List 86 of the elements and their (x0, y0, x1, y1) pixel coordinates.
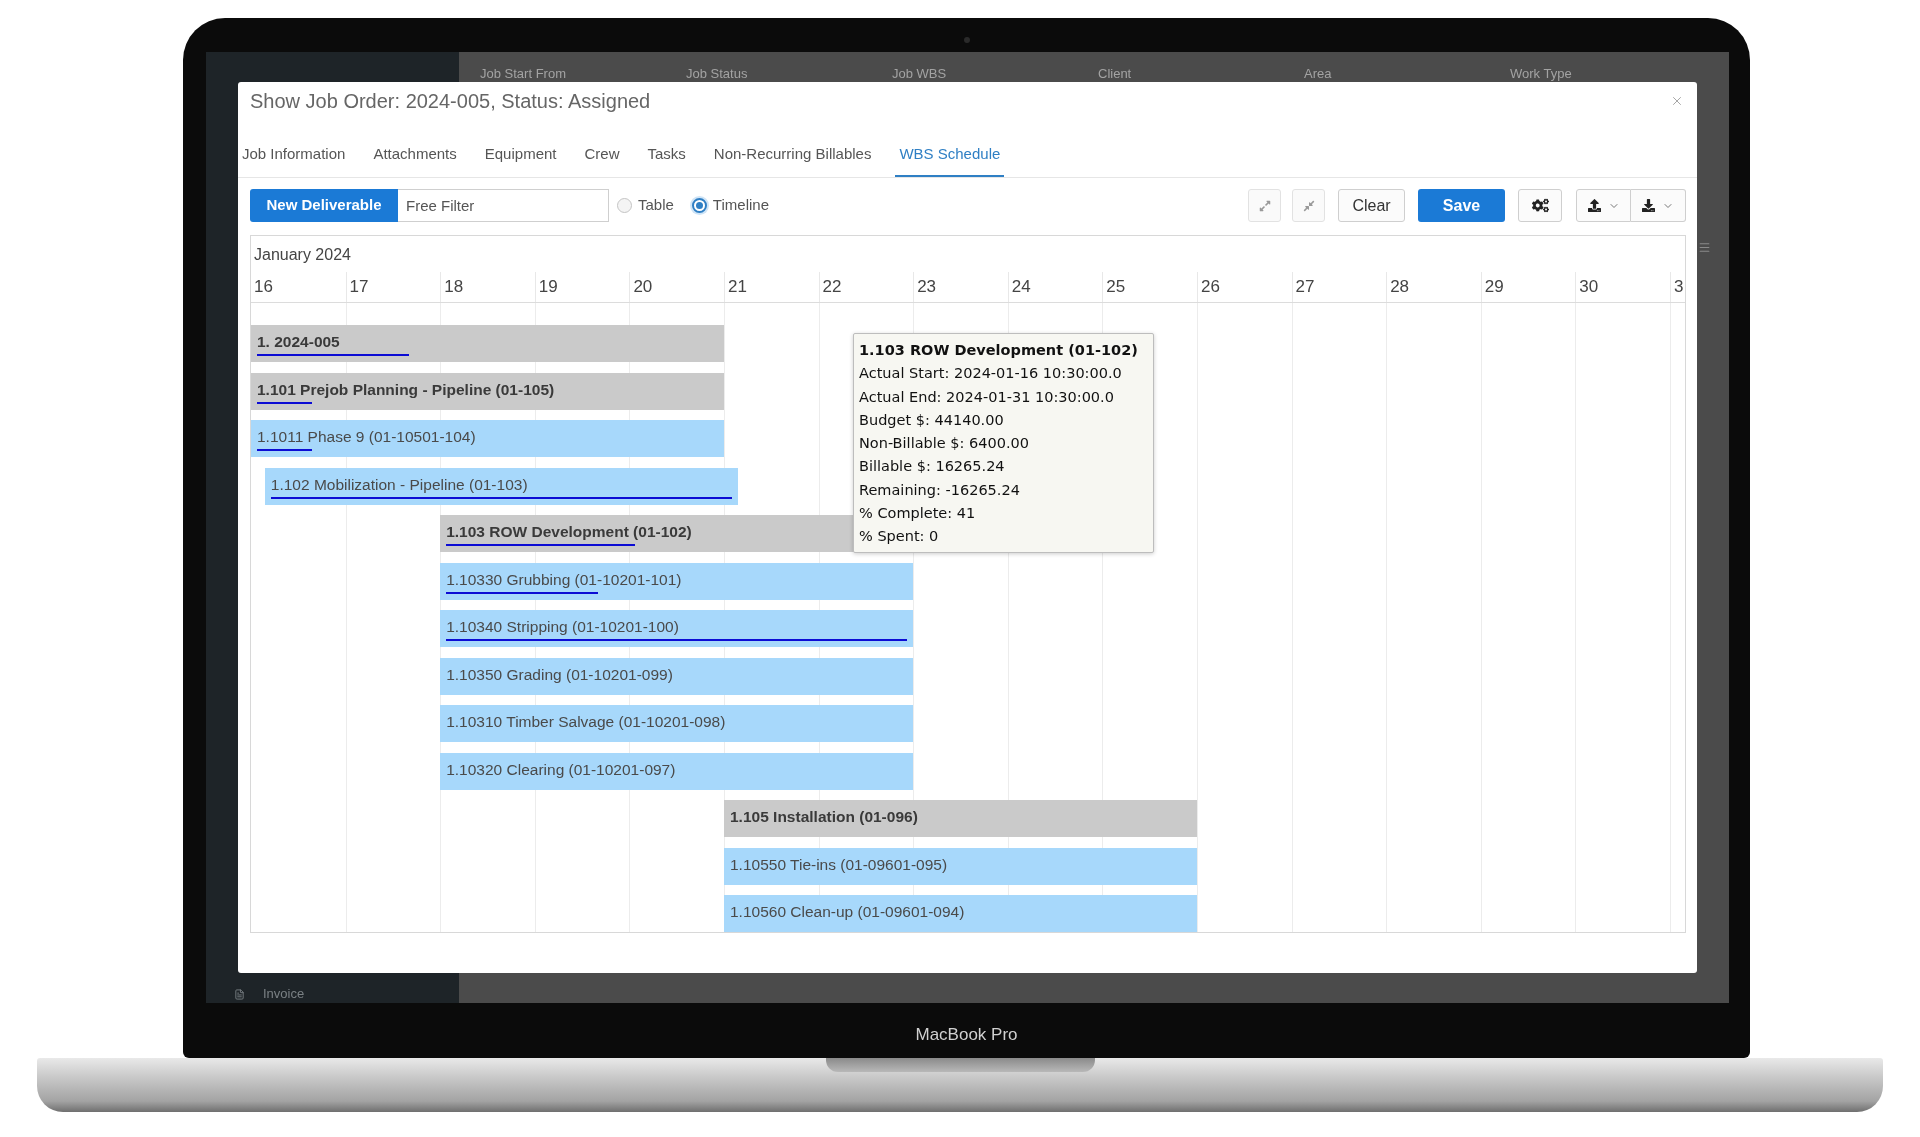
day-label: 23 (917, 277, 937, 297)
day-label: 18 (444, 277, 464, 297)
bar-label: 1.102 Mobilization - Pipeline (01-103) (270, 475, 528, 494)
tooltip-title: 1.103 ROW Development (01-102) (859, 341, 1139, 360)
column-header: Job Status (686, 66, 748, 81)
day-label: 27 (1295, 277, 1315, 297)
day-label: 17 (349, 277, 369, 297)
compress-icon (1302, 199, 1315, 212)
bar-label: 1.10560 Clean-up (01-09601-094) (730, 903, 965, 921)
gantt-bar[interactable]: 1. 2024-005 (251, 325, 724, 362)
save-button[interactable]: Save (1418, 189, 1505, 222)
compress-button[interactable] (1292, 189, 1325, 222)
download-icon (1642, 199, 1655, 212)
settings-icon (1531, 197, 1549, 214)
column-header: Job Start From (480, 66, 566, 81)
bar-label: 1.103 ROW Development (01-102) (446, 523, 692, 541)
bar-label: 1.10550 Tie-ins (01-09601-095) (730, 855, 948, 874)
day-label: 22 (822, 277, 842, 297)
settings-button[interactable] (1518, 189, 1562, 222)
bar-label: 1.10330 Grubbing (01-10201-101) (446, 570, 682, 589)
gantt-bar[interactable]: 1.10320 Clearing (01-10201-097) (440, 752, 914, 790)
bar-label: 1.10340 Stripping (01-10201-100) (446, 618, 679, 636)
gantt-bar[interactable]: 1.10550 Tie-ins (01-09601-095) (724, 847, 1197, 885)
tab[interactable]: WBS Schedule (895, 137, 1005, 177)
bar-label: 1. 2024-005 (257, 333, 340, 351)
day-label: 25 (1106, 277, 1126, 297)
gantt-bar[interactable]: 1.10330 Grubbing (01-10201-101) (440, 562, 914, 600)
gantt-bar[interactable]: 1.105 Installation (01-096) (724, 800, 1197, 837)
day-label: 28 (1390, 277, 1410, 297)
column-header: Job WBS (892, 66, 947, 81)
tooltip-line: Actual End: 2024-01-31 10:30:00.0 (859, 387, 1115, 407)
bar-label: 1.10320 Clearing (01-10201-097) (446, 760, 676, 779)
column-header: Area (1304, 66, 1332, 81)
tooltip-line: Actual Start: 2024-01-16 10:30:00.0 (859, 364, 1123, 384)
tooltip-line: Non-Billable $: 6400.00 (859, 434, 1030, 454)
view-radio[interactable]: Timeline (691, 194, 769, 217)
bar-label: 1.101 Prejob Planning - Pipeline (01-105) (257, 380, 555, 399)
view-radio[interactable]: Table (617, 194, 674, 217)
tab[interactable]: Attachments (369, 137, 461, 177)
day-label: 29 (1484, 277, 1504, 297)
gantt-bar[interactable]: 1.1011 Phase 9 (01-10501-104) (251, 420, 724, 457)
filter-field[interactable]: Free Filter (398, 189, 609, 222)
day-label: 16 (254, 277, 273, 297)
close-icon (1670, 94, 1684, 108)
day-label: 19 (538, 277, 558, 297)
camera-icon (963, 37, 970, 43)
bar-label: 1.105 Installation (01-096) (730, 808, 918, 826)
menu-icon[interactable] (1698, 241, 1711, 254)
tab[interactable]: Job Information (238, 137, 350, 177)
upload-icon (1587, 199, 1601, 212)
document-icon (234, 988, 245, 1000)
day-label: 21 (727, 277, 747, 297)
day-label: 30 (1579, 277, 1599, 297)
gantt-bar[interactable]: 1.101 Prejob Planning - Pipeline (01-105) (251, 372, 724, 410)
tab[interactable]: Tasks (643, 137, 690, 177)
gantt-bar[interactable]: 1.102 Mobilization - Pipeline (01-103) (264, 467, 738, 505)
month-label: January 2024 (254, 246, 351, 263)
bar-label: 1.1011 Phase 9 (01-10501-104) (257, 428, 476, 446)
day-label: 24 (1011, 277, 1031, 297)
tooltip-line: Billable $: 16265.24 (859, 457, 1006, 477)
day-label: 26 (1200, 277, 1220, 297)
bar-label: 1.10310 Timber Salvage (01-10201-098) (446, 713, 726, 731)
close-button[interactable] (1670, 94, 1684, 108)
column-header: Client (1098, 66, 1132, 81)
clear-button[interactable]: Clear (1338, 189, 1405, 222)
gantt-bar[interactable]: 1.10560 Clean-up (01-09601-094) (724, 895, 1197, 932)
expand-button[interactable] (1248, 189, 1281, 222)
tab[interactable]: Non-Recurring Billables (709, 137, 876, 177)
tab[interactable]: Equipment (480, 137, 561, 177)
download-button[interactable] (1631, 189, 1686, 222)
sidebar-item[interactable]: Invoice (234, 987, 459, 1001)
expand-icon (1258, 199, 1271, 212)
tooltip-line: Remaining: -16265.24 (859, 480, 1021, 500)
bar-label: 1.10350 Grading (01-10201-099) (446, 665, 673, 684)
column-header: Work Type (1510, 66, 1572, 81)
tooltip-line: Budget $: 44140.00 (859, 410, 1005, 430)
dialog-title: Show Job Order: 2024-005, Status: Assigned (250, 89, 651, 113)
tab[interactable]: Crew (580, 137, 624, 177)
gantt-bar[interactable]: 1.10350 Grading (01-10201-099) (440, 657, 914, 695)
day-label: 3 (1673, 277, 1684, 297)
day-label: 20 (633, 277, 653, 297)
gantt-bar[interactable]: 1.10310 Timber Salvage (01-10201-098) (440, 705, 914, 742)
gantt-bar[interactable]: 1.10340 Stripping (01-10201-100) (440, 610, 914, 647)
device-label: MacBook Pro (915, 1025, 1018, 1045)
upload-button[interactable] (1576, 189, 1631, 222)
new-deliverable-button[interactable]: New Deliverable (250, 189, 398, 222)
